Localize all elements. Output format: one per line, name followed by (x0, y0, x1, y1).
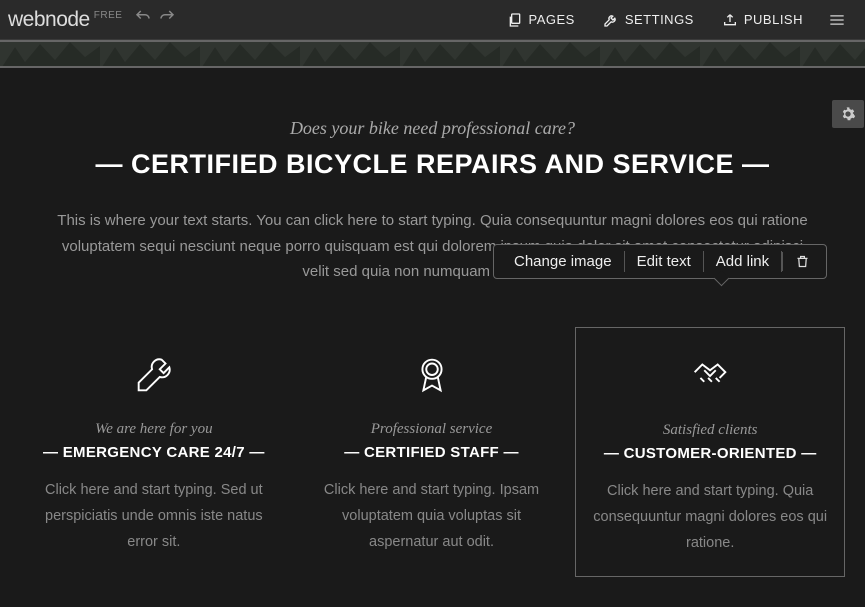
feature-subtitle: Satisfied clients (590, 422, 830, 439)
pages-button[interactable]: PAGES (493, 0, 589, 40)
feature-body: Click here and start typing. Sed ut pers… (34, 477, 274, 555)
feature-heading: — CERTIFIED STAFF — (312, 444, 552, 461)
redo-button[interactable] (158, 8, 176, 31)
wrench-icon (34, 347, 274, 403)
settings-label: SETTINGS (625, 12, 694, 27)
feature-subtitle: We are here for you (34, 421, 274, 438)
history-arrows (134, 8, 176, 31)
hero-image-strip (0, 40, 865, 68)
features-row: We are here for you — EMERGENCY CARE 24/… (0, 315, 865, 607)
feature-heading: — CUSTOMER-ORIENTED — (590, 445, 830, 462)
menu-button[interactable] (817, 10, 857, 30)
feature-subtitle: Professional service (312, 421, 552, 438)
edit-text-button[interactable]: Edit text (625, 251, 704, 272)
logo: webnode FREE (8, 8, 122, 32)
hero-subtitle[interactable]: Does your bike need professional care? (40, 118, 825, 139)
add-link-button[interactable]: Add link (704, 251, 782, 272)
upload-icon (722, 12, 738, 28)
handshake-icon (590, 348, 830, 404)
feature-card[interactable]: We are here for you — EMERGENCY CARE 24/… (20, 327, 288, 577)
top-toolbar: webnode FREE PAGES SETTINGS PUBLISH (0, 0, 865, 40)
feature-body: Click here and start typing. Ipsam volup… (312, 477, 552, 555)
undo-button[interactable] (134, 8, 152, 31)
hero-heading[interactable]: — CERTIFIED BICYCLE REPAIRS AND SERVICE … (40, 149, 825, 180)
badge-icon (312, 347, 552, 403)
change-image-button[interactable]: Change image (502, 251, 625, 272)
trash-icon (795, 254, 810, 269)
feature-card-selected[interactable]: Satisfied clients — CUSTOMER-ORIENTED — … (575, 327, 845, 577)
wrench-icon (603, 12, 619, 28)
plan-badge: FREE (94, 10, 123, 21)
pages-icon (507, 12, 523, 28)
hamburger-icon (827, 10, 847, 30)
pages-label: PAGES (529, 12, 575, 27)
feature-body: Click here and start typing. Quia conseq… (590, 478, 830, 556)
settings-button[interactable]: SETTINGS (589, 0, 708, 40)
feature-heading: — EMERGENCY CARE 24/7 — (34, 444, 274, 461)
publish-label: PUBLISH (744, 12, 803, 27)
delete-button[interactable] (782, 252, 818, 271)
publish-button[interactable]: PUBLISH (708, 0, 817, 40)
context-toolbar: Change image Edit text Add link (493, 244, 827, 279)
logo-text: webnode (8, 8, 90, 32)
feature-card[interactable]: Professional service — CERTIFIED STAFF —… (298, 327, 566, 577)
